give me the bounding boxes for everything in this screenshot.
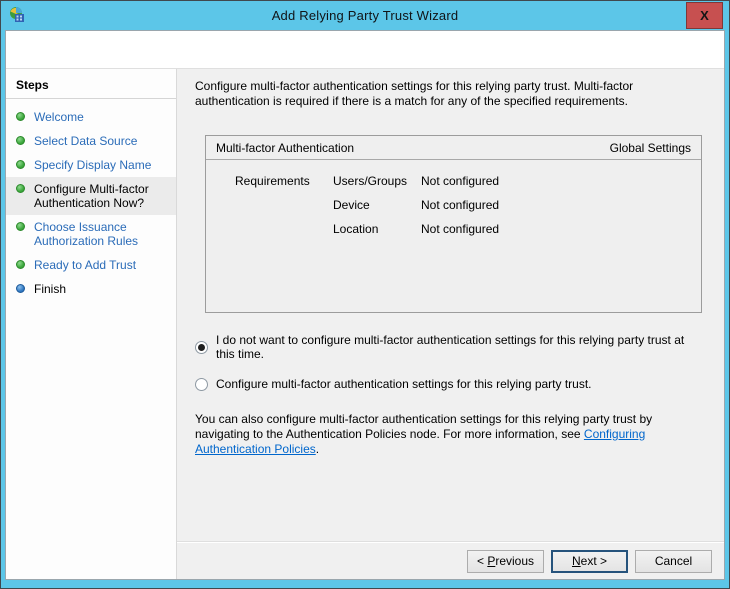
close-button[interactable]: X [686,2,723,29]
radio-option-label: I do not want to configure multi-factor … [216,333,698,361]
step-bullet-icon [16,160,25,169]
step-bullet-icon [16,260,25,269]
steps-list: Welcome Select Data Source Specify Display… [6,105,176,301]
requirements-group-label: Requirements [235,174,333,188]
sidebar-step-2[interactable]: Specify Display Name [6,153,176,177]
main-content: Configure multi-factor authentication se… [177,69,724,541]
mfa-requirement-name: Location [333,222,421,236]
radio-option-1[interactable]: Configure multi-factor authentication se… [195,377,698,391]
next-button[interactable]: Next > [551,550,628,573]
mfa-panel-title: Multi-factor Authentication [216,141,354,155]
requirements-group-label [235,198,333,212]
global-settings-label: Global Settings [610,141,691,155]
button-bar: < Previous Next > Cancel [177,543,724,579]
mfa-requirement-name: Users/Groups [333,174,421,188]
steps-sidebar: Steps Welcome Select Data Source Specify D… [6,69,177,579]
sidebar-step-4[interactable]: Choose Issuance Authorization Rules [6,215,176,253]
radio-unselected-icon[interactable] [195,378,208,391]
close-icon: X [700,9,709,22]
mfa-requirement-value: Not configured [421,198,499,212]
step-label: Finish [34,282,66,296]
radio-option-0[interactable]: I do not want to configure multi-factor … [195,333,698,361]
window-title: Add Relying Party Trust Wizard [1,8,729,23]
wizard-window: Add Relying Party Trust Wizard X Steps W… [0,0,730,589]
mfa-requirement-value: Not configured [421,222,499,236]
mfa-requirement-value: Not configured [421,174,499,188]
dialog-body: Steps Welcome Select Data Source Specify D… [5,30,725,580]
cancel-button[interactable]: Cancel [635,550,712,573]
previous-button[interactable]: < Previous [467,550,544,573]
sidebar-step-0[interactable]: Welcome [6,105,176,129]
adfs-wizard-icon [8,6,26,24]
sidebar-step-5[interactable]: Ready to Add Trust [6,253,176,277]
step-bullet-icon [16,222,25,231]
step-label: Choose Issuance Authorization Rules [34,220,172,248]
intro-text: Configure multi-factor authentication se… [195,79,698,109]
sidebar-step-3: Configure Multi-factor Authentication No… [6,177,176,215]
mfa-panel-header: Multi-factor Authentication Global Setti… [206,136,701,160]
steps-title: Steps [6,75,176,99]
mfa-radio-group: I do not want to configure multi-factor … [195,333,698,391]
step-label: Configure Multi-factor Authentication No… [34,182,172,210]
step-bullet-icon [16,112,25,121]
step-label: Welcome [34,110,84,124]
requirements-group-label [235,222,333,236]
step-label: Ready to Add Trust [34,258,136,272]
step-bullet-icon [16,284,25,293]
footer-note-period: . [316,442,319,456]
mfa-panel-body: RequirementsUsers/GroupsNot configuredDe… [206,160,701,246]
mfa-settings-panel: Multi-factor Authentication Global Setti… [205,135,702,313]
mfa-requirement-name: Device [333,198,421,212]
title-bar: Add Relying Party Trust Wizard X [1,1,729,30]
step-label: Specify Display Name [34,158,151,172]
mfa-requirement-row: LocationNot configured [206,222,701,236]
step-bullet-icon [16,184,25,193]
mfa-requirement-row: RequirementsUsers/GroupsNot configured [206,174,701,188]
wizard-header-band [6,31,724,69]
radio-selected-icon[interactable] [195,341,208,354]
mfa-requirement-row: DeviceNot configured [206,198,701,212]
sidebar-step-6: Finish [6,277,176,301]
footer-note: You can also configure multi-factor auth… [195,412,698,457]
step-bullet-icon [16,136,25,145]
step-label: Select Data Source [34,134,137,148]
radio-option-label: Configure multi-factor authentication se… [216,377,592,391]
sidebar-step-1[interactable]: Select Data Source [6,129,176,153]
